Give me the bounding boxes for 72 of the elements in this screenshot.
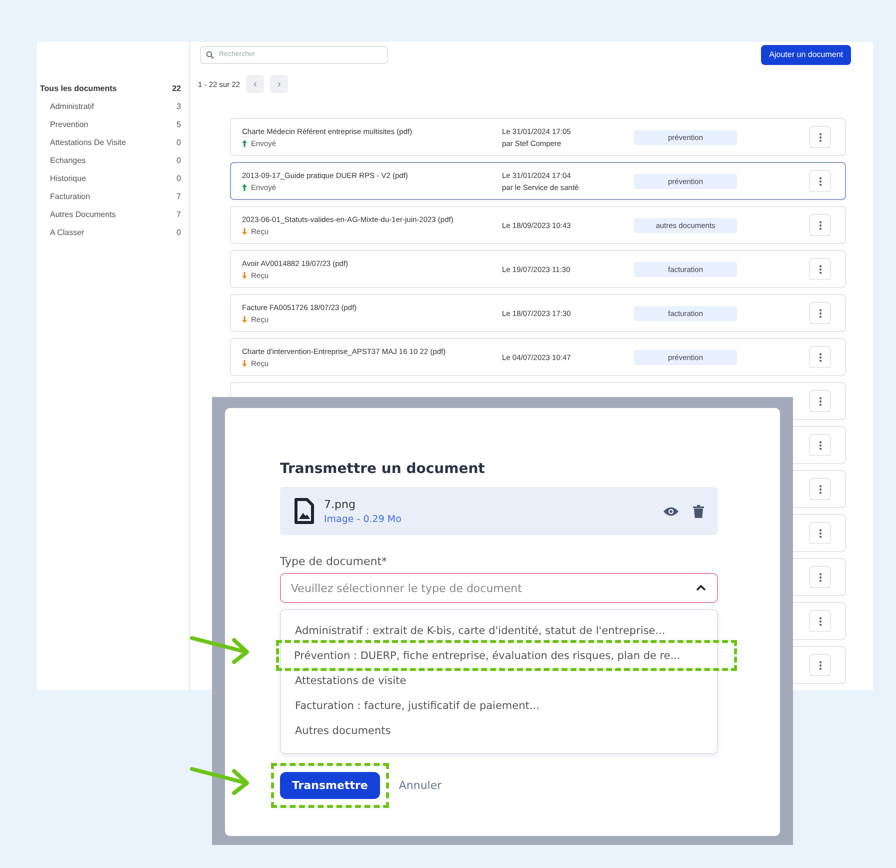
file-name: 7.png [324, 498, 356, 510]
more-button[interactable] [809, 346, 831, 368]
item-count: 3 [176, 102, 181, 110]
dropdown-option[interactable]: Prévention : DUERP, fiche entreprise, évaluation des risques, plan de re... [279, 643, 734, 668]
sidebar-label: Tous les documents [40, 84, 117, 92]
sidebar-label: Administratif [50, 102, 94, 110]
sidebar-label: Attestations De Visite [50, 138, 126, 146]
sidebar-item[interactable]: Tous les documents 22 [37, 79, 189, 97]
sidebar-label: Facturation [50, 192, 90, 200]
more-button[interactable] [809, 302, 831, 324]
image-file-icon [294, 498, 314, 524]
file-details: Image - 0.29 Mo [324, 514, 402, 524]
more-button[interactable] [809, 610, 831, 632]
more-icon [818, 396, 822, 406]
submit-button[interactable]: Transmettre [280, 772, 380, 799]
more-icon [818, 440, 822, 450]
sidebar-item[interactable]: Autres Documents 7 [37, 205, 189, 223]
more-button[interactable] [809, 654, 831, 676]
item-count: 7 [176, 192, 181, 200]
item-count: 0 [176, 138, 181, 146]
more-button[interactable] [809, 126, 831, 148]
sidebar-label: A Classer [50, 228, 84, 236]
more-button[interactable] [809, 390, 831, 412]
more-button[interactable] [809, 478, 831, 500]
annotation-arrow [190, 767, 249, 795]
more-icon [818, 264, 822, 274]
more-button[interactable] [809, 214, 831, 236]
sidebar-label: Echanges [50, 156, 86, 164]
more-button[interactable] [809, 258, 831, 280]
item-count: 22 [172, 84, 181, 92]
dropdown-option[interactable]: Administratif : extrait de K-bis, carte d'identité, statut de l'entreprise... [282, 618, 716, 643]
sidebar-item[interactable]: Historique 0 [37, 169, 189, 187]
dialog-title: Transmettre un document [280, 461, 486, 477]
more-icon [818, 220, 822, 230]
sidebar-item[interactable]: Attestations De Visite 0 [37, 133, 189, 151]
document-type-select[interactable]: Veuillez sélectionner le type de document [280, 573, 718, 603]
add-document-button[interactable]: Ajouter un document [761, 44, 851, 64]
sidebar-item[interactable]: Prevention 5 [37, 115, 189, 133]
more-icon [818, 352, 822, 362]
annotation-arrow [190, 636, 249, 664]
sidebar-item[interactable]: Echanges 0 [37, 151, 189, 169]
sidebar-item[interactable]: Facturation 7 [37, 187, 189, 205]
item-count: 0 [176, 156, 181, 164]
sidebar-label: Prevention [50, 120, 88, 128]
more-button[interactable] [809, 170, 831, 192]
item-count: 0 [176, 174, 181, 182]
eye-icon[interactable] [663, 506, 679, 516]
more-icon [818, 176, 822, 186]
more-icon [818, 616, 822, 626]
sidebar-label: Autres Documents [50, 210, 116, 218]
more-icon [818, 484, 822, 494]
item-count: 5 [176, 120, 181, 128]
dropdown-option[interactable]: Attestations de visite [282, 668, 716, 693]
sidebar-item[interactable]: Administratif 3 [37, 97, 189, 115]
more-button[interactable] [809, 434, 831, 456]
sidebar-item[interactable]: A Classer 0 [37, 223, 189, 241]
more-icon [818, 572, 822, 582]
cancel-link[interactable]: Annuler [398, 779, 442, 792]
more-icon [818, 660, 822, 670]
more-icon [818, 308, 822, 318]
sidebar-label: Historique [50, 174, 86, 182]
item-count: 7 [176, 210, 181, 218]
field-label: Type de document* [280, 555, 388, 568]
more-button[interactable] [809, 522, 831, 544]
dropdown-option[interactable]: Autres documents [282, 718, 716, 743]
more-icon [818, 528, 822, 538]
more-icon [818, 132, 822, 142]
search-icon [206, 50, 214, 58]
more-button[interactable] [809, 566, 831, 588]
item-count: 0 [176, 228, 181, 236]
trash-icon[interactable] [693, 504, 704, 518]
dropdown-option[interactable]: Facturation : facture, justificatif de paiement... [282, 693, 716, 718]
